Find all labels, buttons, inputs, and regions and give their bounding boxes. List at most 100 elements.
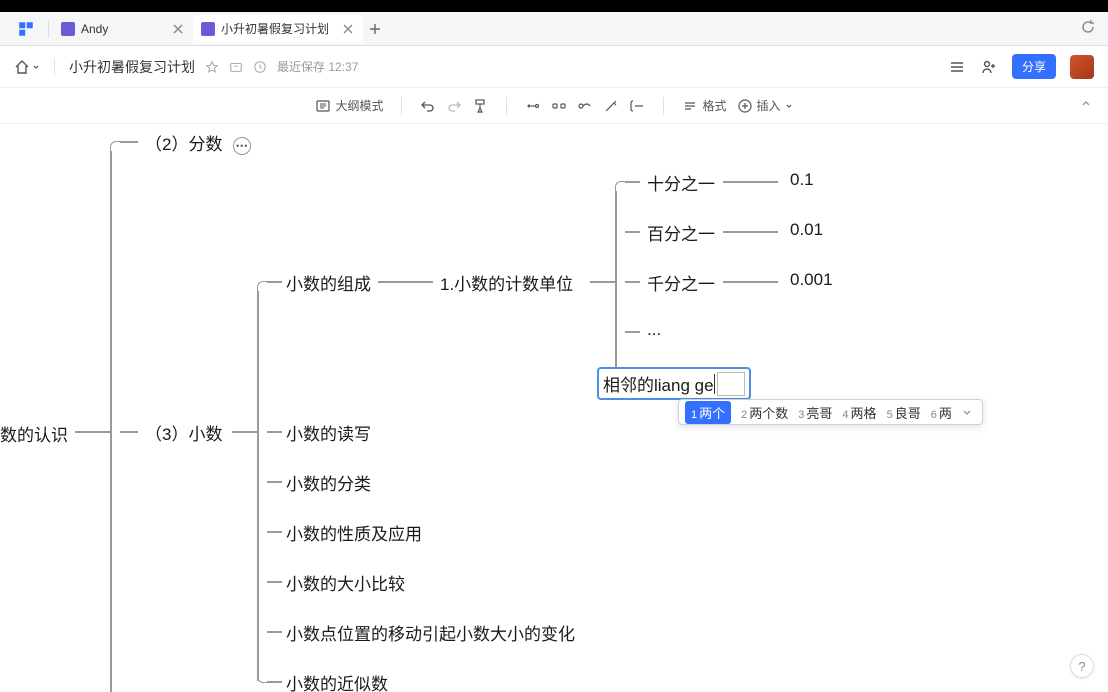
header-separator [54, 58, 55, 76]
editing-node[interactable]: 相邻的liang ge [597, 367, 751, 400]
connector [625, 181, 640, 183]
format-label: 格式 [702, 97, 726, 114]
subtopic-button[interactable] [525, 98, 541, 114]
node-root[interactable]: 数的认识 [0, 421, 68, 446]
connector [257, 291, 259, 431]
node-hundredth[interactable]: 百分之一 [647, 220, 715, 245]
connector [257, 673, 267, 683]
window-black-bar [0, 0, 1108, 12]
connector [625, 281, 640, 283]
menu-icon[interactable] [948, 58, 966, 76]
close-icon[interactable] [171, 22, 185, 36]
connector [267, 631, 282, 633]
node-label: （2）分数 [145, 135, 222, 154]
connector [75, 431, 110, 433]
tab-separator [48, 20, 49, 38]
ime-candidate-6[interactable]: 6两 [931, 403, 952, 422]
connector [120, 141, 138, 143]
undo-button[interactable] [420, 98, 436, 114]
close-icon[interactable] [341, 22, 355, 36]
redo-button[interactable] [446, 98, 462, 114]
format-painter-button[interactable] [472, 98, 488, 114]
connector [267, 681, 282, 683]
connector [378, 281, 433, 283]
node-thousandth[interactable]: 千分之一 [647, 270, 715, 295]
connector [723, 231, 778, 233]
node-decimal[interactable]: （3）小数 [145, 420, 222, 445]
connector [625, 231, 640, 233]
browser-tab-doc[interactable]: 小升初暑假复习计划 [193, 15, 363, 43]
doc-title: 小升初暑假复习计划 [69, 57, 195, 77]
ime-expand-icon[interactable] [962, 405, 976, 420]
doc-header: 小升初暑假复习计划 最近保存 12:37 分享 [0, 46, 1108, 88]
help-button[interactable]: ? [1070, 654, 1094, 678]
node-counting-unit[interactable]: 1.小数的计数单位 [440, 270, 573, 295]
tab-favicon-icon [61, 22, 75, 36]
node-ellipsis[interactable]: ... [647, 320, 661, 340]
node-thousandth-value[interactable]: 0.001 [790, 270, 833, 290]
add-user-icon[interactable] [980, 58, 998, 76]
node-property[interactable]: 小数的性质及应用 [286, 520, 422, 545]
ime-candidate-1[interactable]: 1两个 [685, 401, 731, 424]
refresh-icon[interactable] [1080, 19, 1100, 39]
new-tab-button[interactable] [363, 17, 387, 41]
boundary-button[interactable] [629, 98, 645, 114]
tab-favicon-icon [201, 22, 215, 36]
star-icon[interactable] [205, 60, 219, 74]
connector [590, 281, 615, 283]
connector [267, 581, 282, 583]
connector [232, 431, 257, 433]
doc-meta: 最近保存 12:37 [205, 58, 358, 75]
node-tenth-value[interactable]: 0.1 [790, 170, 814, 190]
more-icon[interactable]: ••• [233, 137, 251, 155]
folder-icon[interactable] [229, 60, 243, 74]
connector [615, 181, 625, 191]
text-cursor [714, 374, 715, 394]
node-composition[interactable]: 小数的组成 [286, 270, 371, 295]
ime-candidate-2[interactable]: 2两个数 [741, 403, 788, 422]
connector [723, 181, 778, 183]
connector [110, 151, 112, 431]
clock-icon [253, 60, 267, 74]
outline-mode-button[interactable]: 大纲模式 [315, 97, 383, 114]
node-hundredth-value[interactable]: 0.01 [790, 220, 823, 240]
summary-button[interactable] [603, 98, 619, 114]
format-dropdown[interactable]: 格式 [682, 97, 726, 114]
insert-label: 插入 [757, 97, 781, 114]
ime-candidate-4[interactable]: 4两格 [842, 403, 876, 422]
avatar[interactable] [1070, 55, 1094, 79]
node-readwrite[interactable]: 小数的读写 [286, 420, 371, 445]
connector [267, 531, 282, 533]
editor-toolbar: 大纲模式 格式 插入 [0, 88, 1108, 124]
ime-candidate-3[interactable]: 3亮哥 [798, 403, 832, 422]
share-button[interactable]: 分享 [1012, 54, 1056, 79]
node-compare[interactable]: 小数的大小比较 [286, 570, 405, 595]
node-approx[interactable]: 小数的近似数 [286, 670, 388, 692]
ime-candidate-5[interactable]: 5良哥 [887, 403, 921, 422]
connector [120, 431, 138, 433]
connector [267, 281, 282, 283]
tab-label: 小升初暑假复习计划 [221, 20, 329, 37]
connector [257, 281, 267, 291]
node-tenth[interactable]: 十分之一 [647, 170, 715, 195]
collapse-toolbar-button[interactable] [1080, 98, 1092, 113]
node-classify[interactable]: 小数的分类 [286, 470, 371, 495]
home-button[interactable] [14, 59, 40, 75]
app-logo-icon[interactable] [16, 19, 36, 39]
connector [267, 481, 282, 483]
relation-button[interactable] [577, 98, 593, 114]
node-point-move[interactable]: 小数点位置的移动引起小数大小的变化 [286, 620, 575, 645]
mindmap-canvas[interactable]: 数的认识 （2）分数 ••• （3）小数 小数的组成 1.小数的计数单位 十分之… [0, 124, 1108, 692]
sibling-topic-button[interactable] [551, 98, 567, 114]
connector [267, 431, 282, 433]
browser-tab-andy[interactable]: Andy [53, 15, 193, 43]
insert-dropdown[interactable]: 插入 [737, 97, 793, 114]
outline-mode-label: 大纲模式 [335, 97, 383, 114]
ime-candidate-bar[interactable]: 1两个 2两个数 3亮哥 4两格 5良哥 6两 [678, 399, 983, 425]
connector [110, 141, 120, 151]
node-fraction[interactable]: （2）分数 ••• [145, 130, 251, 155]
connector [257, 431, 259, 681]
connector [625, 331, 640, 333]
connector [723, 281, 778, 283]
connector [615, 231, 625, 241]
